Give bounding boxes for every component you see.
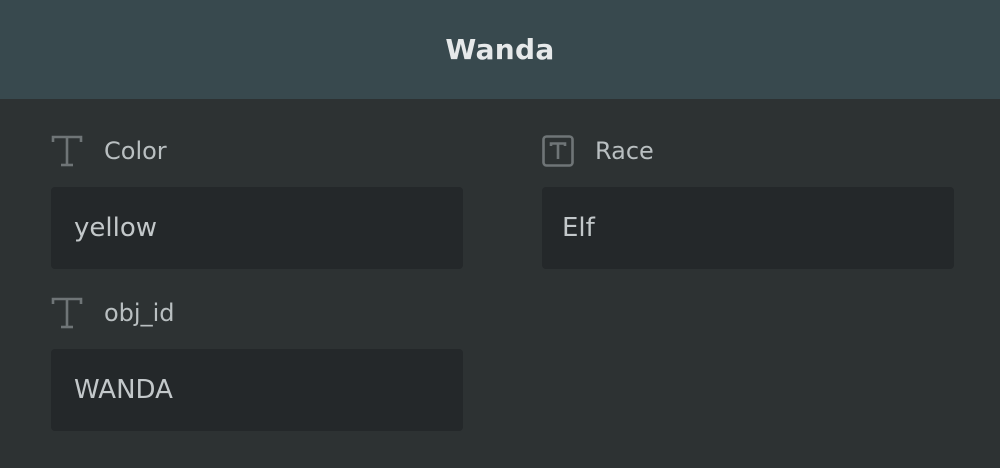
field-race-label-row: Race	[542, 133, 654, 169]
obj-id-input[interactable]: WANDA	[51, 349, 463, 431]
field-color-label-row: Color	[51, 133, 167, 169]
obj-id-value: WANDA	[74, 375, 173, 405]
text-type-icon	[51, 297, 83, 329]
text-type-icon	[51, 135, 83, 167]
field-color-label: Color	[104, 137, 167, 165]
page-title: Wanda	[445, 33, 555, 66]
color-value: yellow	[74, 213, 158, 243]
color-input[interactable]: yellow	[51, 187, 463, 269]
race-input[interactable]: Elf	[542, 187, 954, 269]
field-obj-id-label-row: obj_id	[51, 295, 175, 331]
race-value: Elf	[562, 213, 595, 243]
form-body: Color yellow Race Elf obj_id WANDA	[0, 99, 1000, 468]
header-bar: Wanda	[0, 0, 1000, 99]
field-race-label: Race	[595, 137, 654, 165]
field-obj-id-label: obj_id	[104, 299, 175, 327]
text-box-icon	[542, 135, 574, 167]
